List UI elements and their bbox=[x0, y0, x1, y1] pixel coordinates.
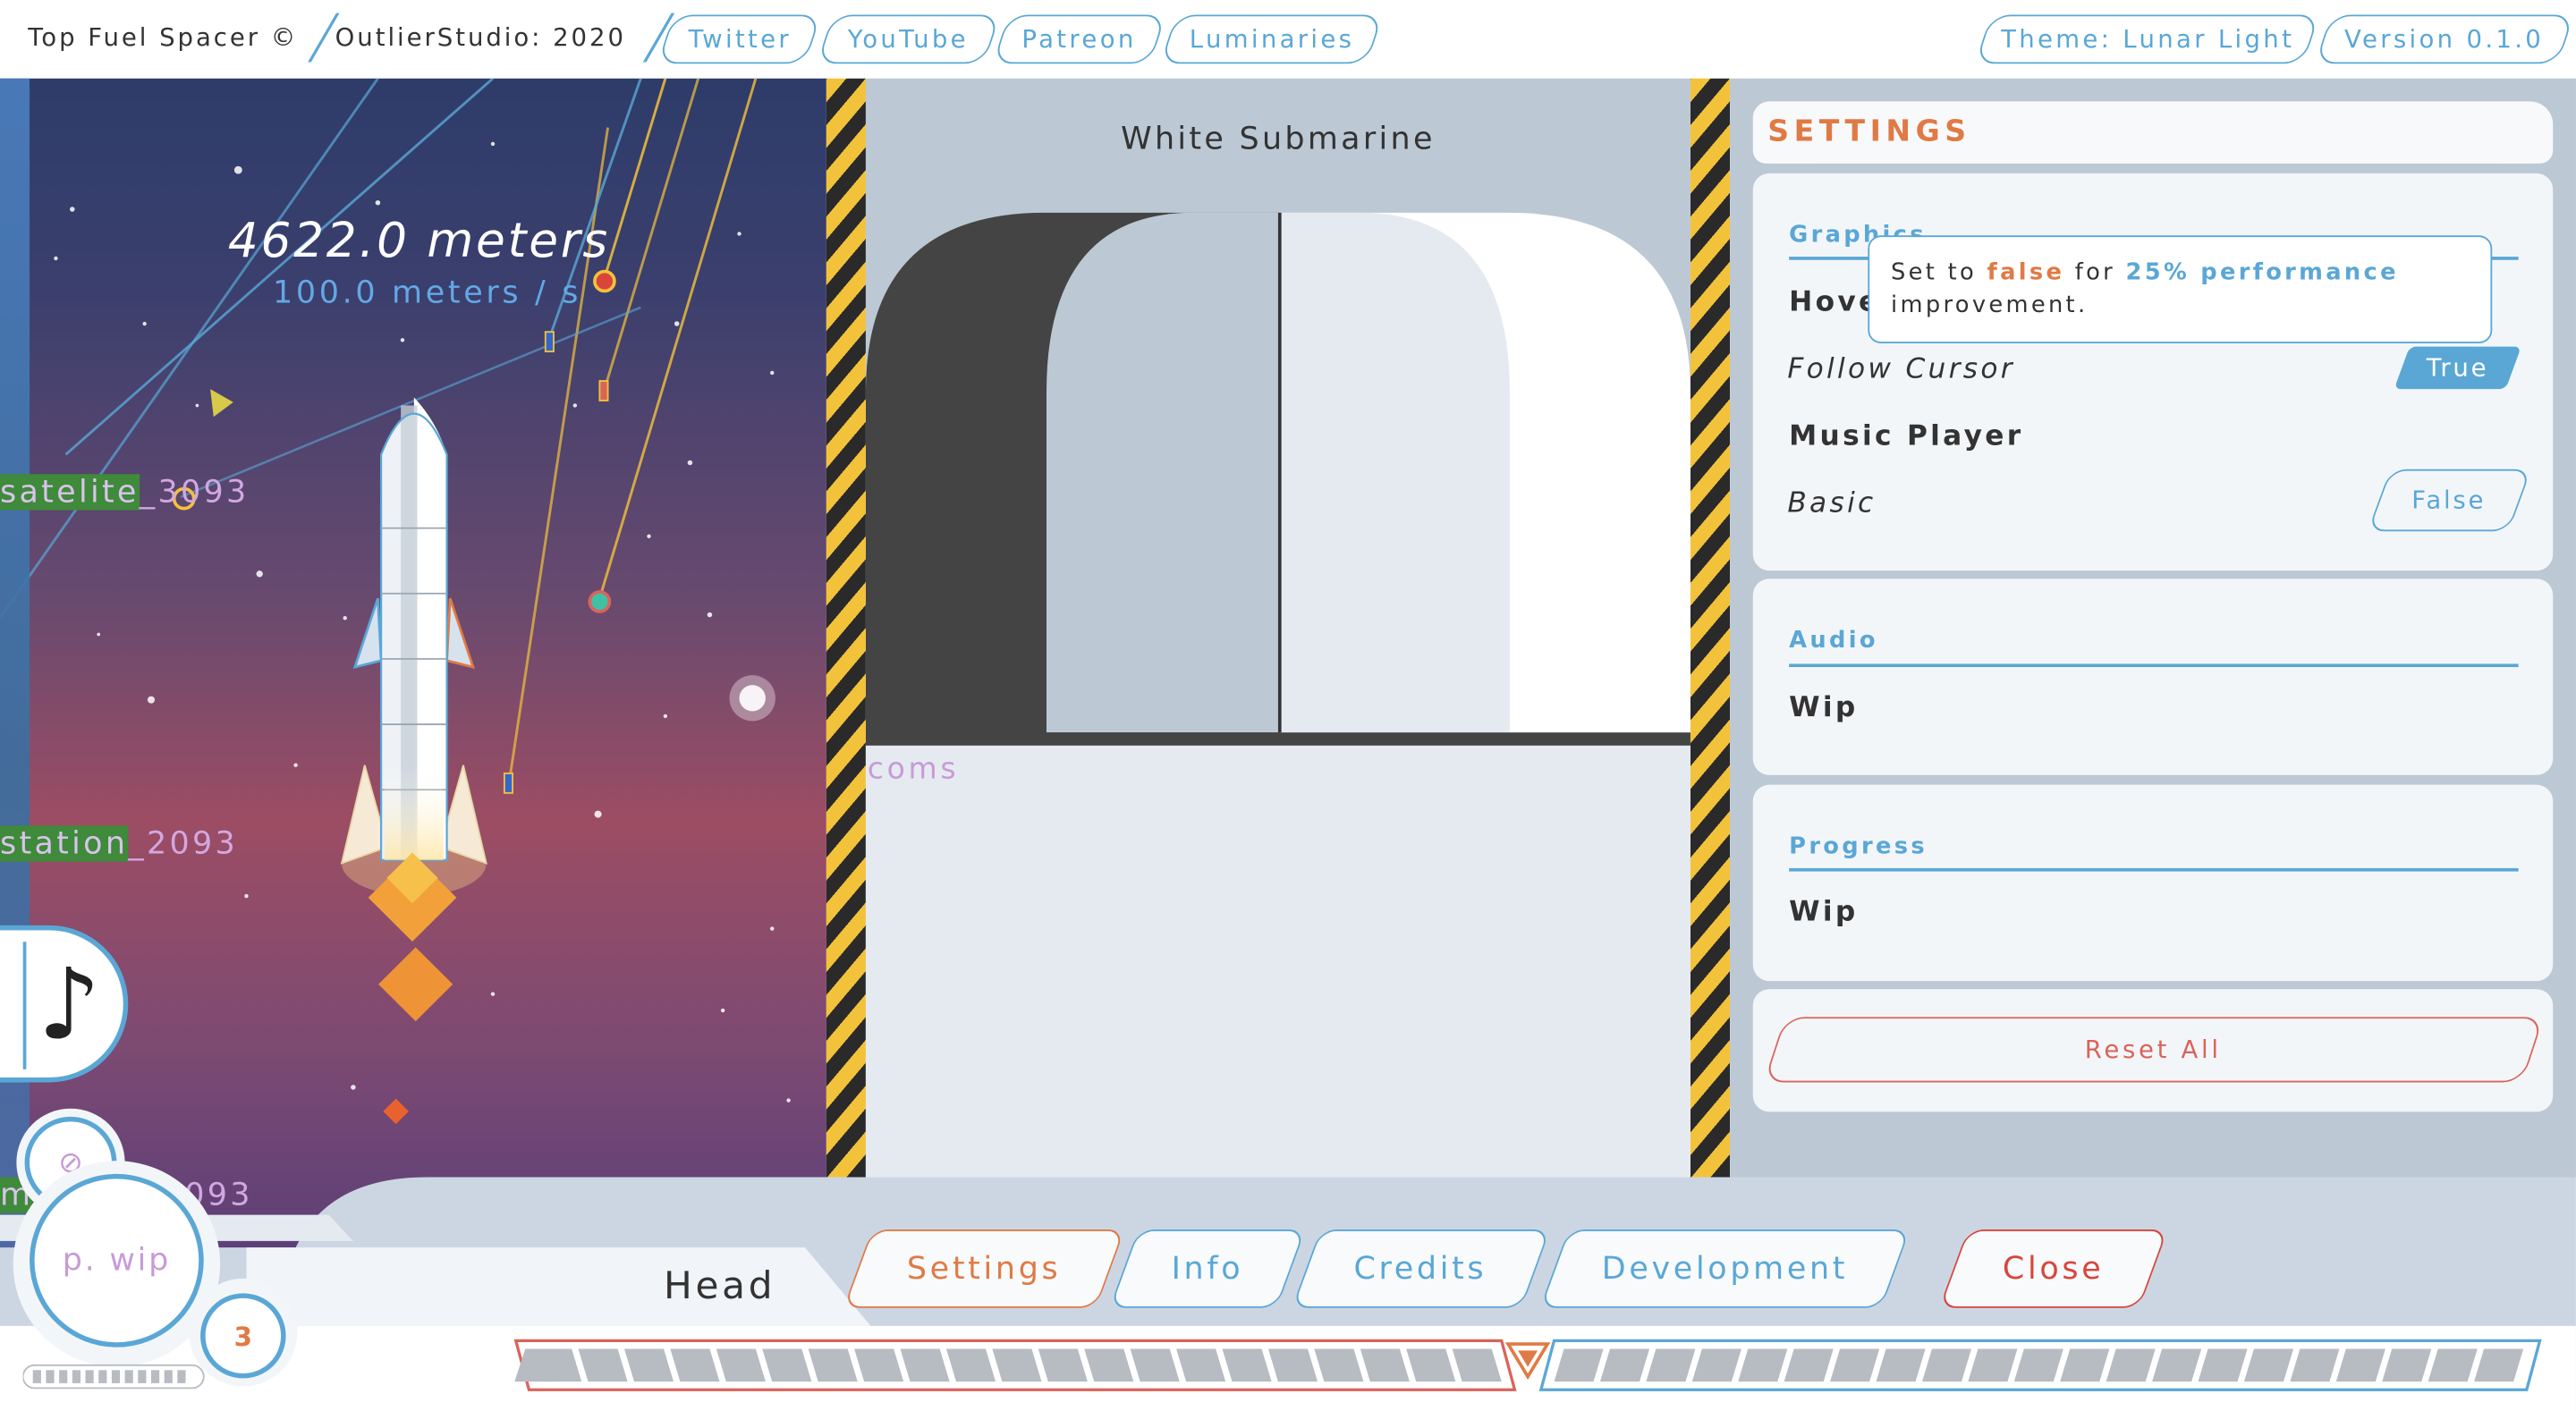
progress-card bbox=[1752, 784, 2554, 982]
audio-section-title: Audio bbox=[1789, 628, 1878, 655]
divider bbox=[22, 942, 27, 1069]
coms-panel bbox=[865, 745, 1690, 1178]
follow-cursor-label: Follow Cursor bbox=[1787, 352, 2015, 386]
submarine-hatch-graphic bbox=[865, 212, 1690, 749]
station-label[interactable]: station_2093 bbox=[0, 825, 238, 862]
count-badge[interactable]: 3 bbox=[200, 1293, 286, 1379]
vehicle-title: White Submarine bbox=[1121, 121, 1436, 157]
app-title: Top Fuel Spacer © bbox=[28, 22, 299, 53]
tab-credits[interactable]: Credits bbox=[1292, 1229, 1551, 1308]
twitter-link[interactable]: Twitter bbox=[657, 14, 822, 64]
follow-cursor-toggle[interactable]: True bbox=[2394, 346, 2521, 390]
luminaries-link[interactable]: Luminaries bbox=[1159, 14, 1384, 64]
basic-label: Basic bbox=[1787, 486, 1877, 520]
music-note-icon: ♪ bbox=[38, 948, 101, 1063]
hover-setting-label: Hove bbox=[1789, 285, 1881, 319]
rocket-icon bbox=[340, 397, 487, 1125]
mini-progress-bar bbox=[22, 1364, 205, 1390]
reset-all-button[interactable]: Reset All bbox=[1763, 1017, 2545, 1083]
satellite-label[interactable]: satelite_3093 bbox=[0, 474, 250, 511]
hazard-stripe-right bbox=[1690, 78, 1731, 1178]
performance-tooltip: Set to false for 25% performance improvem… bbox=[1868, 235, 2493, 343]
coms-label: coms bbox=[867, 752, 960, 787]
hazard-stripe-left bbox=[826, 78, 866, 1178]
tab-info[interactable]: Info bbox=[1109, 1229, 1306, 1308]
patreon-link[interactable]: Patreon bbox=[992, 14, 1166, 64]
audio-value: Wip bbox=[1789, 691, 1859, 725]
distance-readout: 4622.0 meters bbox=[227, 212, 610, 268]
divider bbox=[1789, 867, 2519, 871]
basic-toggle[interactable]: False bbox=[2367, 469, 2532, 532]
close-button[interactable]: Close bbox=[1938, 1229, 2168, 1308]
profile-avatar[interactable]: p. wip bbox=[30, 1173, 204, 1348]
audio-card bbox=[1752, 579, 2554, 775]
progress-value: Wip bbox=[1789, 896, 1859, 929]
head-label: Head bbox=[664, 1265, 776, 1308]
theme-toggle[interactable]: Theme: Lunar Light bbox=[1974, 14, 2320, 64]
fuel-progress-bars bbox=[513, 1339, 2542, 1391]
tab-settings[interactable]: Settings bbox=[843, 1229, 1125, 1308]
music-player-label: Music Player bbox=[1789, 419, 2024, 453]
version-badge[interactable]: Version 0.1.0 bbox=[2315, 14, 2574, 64]
tab-development[interactable]: Development bbox=[1539, 1229, 1911, 1308]
progress-section-title: Progress bbox=[1789, 833, 1928, 860]
divider bbox=[1789, 663, 2519, 667]
studio-label: OutlierStudio: 2020 bbox=[335, 22, 626, 53]
youtube-link[interactable]: YouTube bbox=[817, 14, 1001, 64]
settings-title: SETTINGS bbox=[1767, 114, 1971, 149]
speed-readout: 100.0 meters / s bbox=[273, 275, 582, 311]
